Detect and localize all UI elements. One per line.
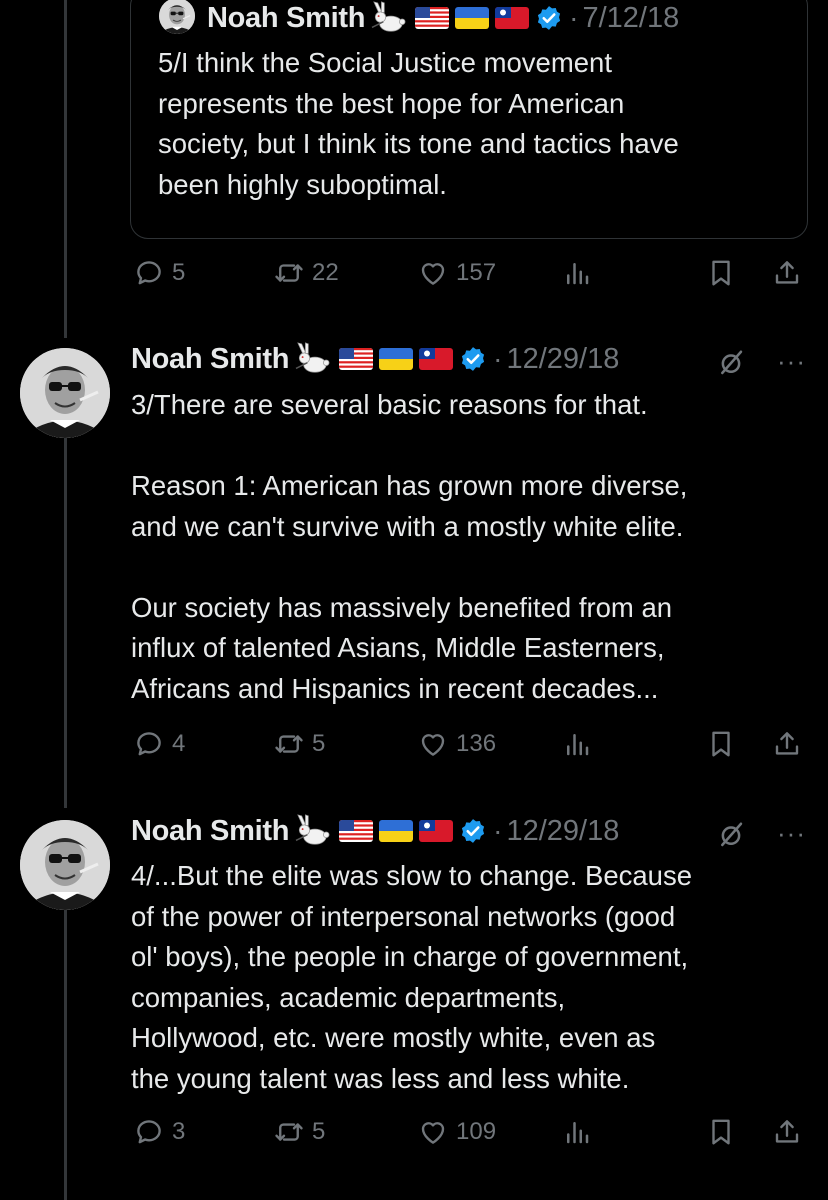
author-name[interactable]: Noah Smith <box>131 815 289 848</box>
reply-button[interactable]: 4 <box>134 729 185 759</box>
like-count: 157 <box>456 259 497 286</box>
quoted-tweet-header: Noah Smith · 7/12/18 <box>207 1 679 35</box>
taiwan-flag-icon <box>419 348 453 370</box>
views-icon <box>562 258 592 288</box>
tweet-date[interactable]: 12/29/18 <box>506 815 619 848</box>
rabbit-icon <box>293 814 333 848</box>
views-button[interactable] <box>562 1117 592 1147</box>
thread-line <box>64 436 67 808</box>
views-icon <box>562 729 592 759</box>
bookmark-button[interactable] <box>706 729 736 759</box>
heart-icon <box>418 1117 448 1147</box>
views-button[interactable] <box>562 258 592 288</box>
share-icon <box>772 729 802 759</box>
action-bar: 4 5 136 <box>134 729 814 765</box>
repost-button[interactable]: 5 <box>274 1117 325 1147</box>
us-flag-icon <box>339 820 373 842</box>
share-button[interactable] <box>772 1117 802 1147</box>
reply-count: 4 <box>172 730 186 757</box>
reply-icon <box>134 258 164 288</box>
views-icon <box>562 1117 592 1147</box>
share-button[interactable] <box>772 258 802 288</box>
tweet-date[interactable]: 12/29/18 <box>506 343 619 376</box>
views-button[interactable] <box>562 729 592 759</box>
ukraine-flag-icon <box>379 348 413 370</box>
share-button[interactable] <box>772 729 802 759</box>
grok-icon[interactable] <box>716 820 746 850</box>
bookmark-icon <box>706 1117 736 1147</box>
repost-button[interactable]: 5 <box>274 729 325 759</box>
reply-icon <box>134 1117 164 1147</box>
author-name[interactable]: Noah Smith <box>131 343 289 376</box>
separator-dot: · <box>493 815 503 846</box>
share-icon <box>772 1117 802 1147</box>
tweet-header: Noah Smith · 12/29/18 <box>131 342 619 376</box>
repost-count: 22 <box>312 259 339 286</box>
like-count: 109 <box>456 1118 497 1145</box>
heart-icon <box>418 258 448 288</box>
repost-icon <box>274 258 304 288</box>
repost-count: 5 <box>312 730 326 757</box>
tweet-text: 3/There are several basic reasons for th… <box>131 389 688 704</box>
verified-badge-icon[interactable] <box>535 4 563 32</box>
reply-button[interactable]: 5 <box>134 258 185 288</box>
verified-badge-icon[interactable] <box>459 345 487 373</box>
author-name[interactable]: Noah Smith <box>207 2 365 35</box>
quoted-tweet-card[interactable]: Noah Smith · 7/12/18 5/I think the Socia… <box>130 0 808 239</box>
reply-icon <box>134 729 164 759</box>
quoted-avatar <box>159 0 195 34</box>
share-icon <box>772 258 802 288</box>
ukraine-flag-icon <box>379 820 413 842</box>
separator-dot: · <box>493 343 503 374</box>
us-flag-icon <box>415 7 449 29</box>
avatar[interactable] <box>20 820 110 910</box>
heart-icon <box>418 729 448 759</box>
like-button[interactable]: 109 <box>418 1117 496 1147</box>
tweet-text: 5/I think the Social Justice movement re… <box>158 47 679 200</box>
repost-button[interactable]: 22 <box>274 258 339 288</box>
reply-button[interactable]: 3 <box>134 1117 185 1147</box>
more-options-button[interactable]: ··· <box>777 346 806 377</box>
action-bar: 3 5 109 <box>134 1117 814 1153</box>
tweet-text: 4/...But the elite was slow to change. B… <box>131 860 693 1094</box>
action-bar: 5 22 157 <box>134 258 814 294</box>
tweet-date[interactable]: 7/12/18 <box>582 2 679 35</box>
repost-icon <box>274 729 304 759</box>
more-options-button[interactable]: ··· <box>777 818 806 849</box>
ukraine-flag-icon <box>455 7 489 29</box>
rabbit-icon <box>293 342 333 376</box>
reply-count: 5 <box>172 259 186 286</box>
like-button[interactable]: 136 <box>418 729 496 759</box>
reply-count: 3 <box>172 1118 186 1145</box>
us-flag-icon <box>339 348 373 370</box>
verified-badge-icon[interactable] <box>459 817 487 845</box>
bookmark-icon <box>706 258 736 288</box>
bookmark-button[interactable] <box>706 258 736 288</box>
bookmark-icon <box>706 729 736 759</box>
grok-icon[interactable] <box>716 348 746 378</box>
repost-count: 5 <box>312 1118 326 1145</box>
thread-line <box>64 910 67 1200</box>
separator-dot: · <box>569 2 579 33</box>
like-count: 136 <box>456 730 497 757</box>
thread-line <box>64 0 67 338</box>
like-button[interactable]: 157 <box>418 258 496 288</box>
tweet-header: Noah Smith · 12/29/18 <box>131 814 619 848</box>
avatar[interactable] <box>20 348 110 438</box>
repost-icon <box>274 1117 304 1147</box>
bookmark-button[interactable] <box>706 1117 736 1147</box>
rabbit-icon <box>369 1 409 35</box>
taiwan-flag-icon <box>495 7 529 29</box>
taiwan-flag-icon <box>419 820 453 842</box>
